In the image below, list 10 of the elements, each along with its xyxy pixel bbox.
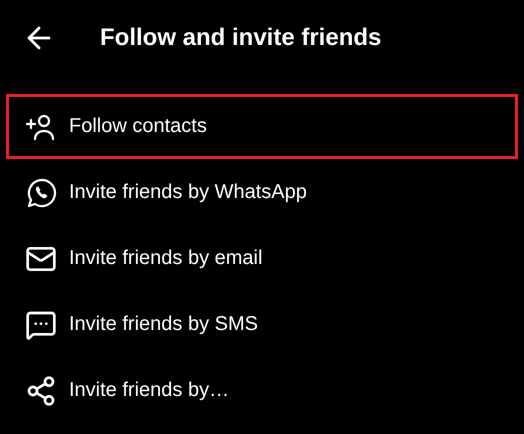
menu-item[interactable]: Invite friends by… xyxy=(6,358,518,423)
page-title: Follow and invite friends xyxy=(100,24,382,52)
add-person-icon xyxy=(25,112,57,140)
menu-item[interactable]: Invite friends by SMS xyxy=(6,292,518,357)
menu-item[interactable]: Invite friends by WhatsApp xyxy=(6,160,518,225)
message-dots-icon xyxy=(25,308,57,340)
phone-chat-icon xyxy=(25,176,57,208)
share-icon xyxy=(25,374,57,406)
menu-item[interactable]: Follow contacts xyxy=(6,94,518,159)
menu-item[interactable]: Invite friends by email xyxy=(6,226,518,291)
